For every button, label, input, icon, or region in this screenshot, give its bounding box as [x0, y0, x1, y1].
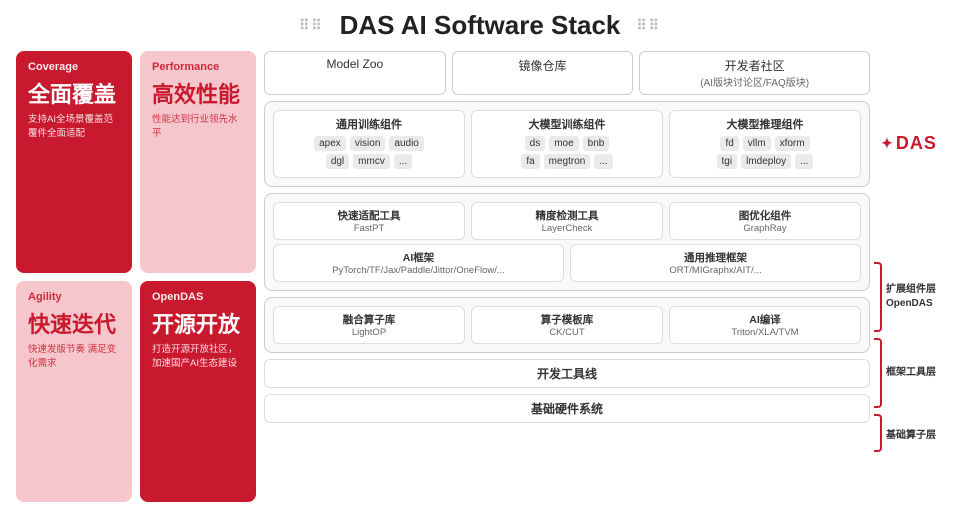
fastpt-box: 快速适配工具 FastPT — [273, 202, 465, 240]
expand-brace — [874, 262, 882, 332]
fw-frameworks-row: AI框架 PyTorch/TF/Jax/Paddle/Jittor/OneFlo… — [273, 244, 861, 282]
base-annotation: 基础算子层 — [874, 414, 936, 452]
tag-vllm: vllm — [743, 136, 771, 151]
tag-audio: audio — [389, 136, 423, 151]
performance-desc: 性能达到行业领先水平 — [152, 113, 244, 142]
tag-moe: moe — [549, 136, 578, 151]
performance-card: Performance 高效性能 性能达到行业领先水平 — [140, 51, 256, 273]
das-brand-area: ✦ DAS — [874, 133, 944, 162]
tag-lmdeploy: lmdeploy — [741, 154, 791, 169]
general-train-col: 通用训练组件 apex vision audio dgl mmcv ... — [273, 110, 465, 178]
layercheck-box: 精度检测工具 LayerCheck — [471, 202, 663, 240]
framework-label: 框架工具层 — [886, 366, 936, 380]
tag-apex: apex — [314, 136, 346, 151]
base-brace — [874, 414, 882, 452]
ai-compile-box: AI编译 Triton/XLA/TVM — [669, 306, 861, 344]
base-boxes: 融合算子库 LightOP 算子模板库 CK/CUT AI编译 Triton/X… — [273, 306, 861, 344]
das-brand-text: ✦ DAS — [881, 133, 937, 154]
framework-brace — [874, 338, 882, 408]
large-train-row2: fa megtron ... — [477, 154, 657, 169]
annotations-list: 扩展组件层OpenDAS 框架工具层 基础算子层 — [874, 262, 944, 452]
opendas-title: 开源开放 — [152, 307, 244, 339]
performance-label: Performance — [152, 61, 244, 73]
tag-fd: fd — [720, 136, 738, 151]
tag-fa: fa — [521, 154, 539, 169]
lightop-box: 融合算子库 LightOP — [273, 306, 465, 344]
large-infer-row1: fd vllm xform — [675, 136, 855, 151]
coverage-desc: 支持AI全场景覆盖范 覆件全面适配 — [28, 113, 120, 142]
large-infer-row2: tgi lmdeploy ... — [675, 154, 855, 169]
base-section: 融合算子库 LightOP 算子模板库 CK/CUT AI编译 Triton/X… — [264, 297, 870, 353]
tag-tgi: tgi — [717, 154, 738, 169]
ckcut-box: 算子模板库 CK/CUT — [471, 306, 663, 344]
tag-bnb: bnb — [583, 136, 610, 151]
mirror-repo-box: 镜像仓库 — [452, 51, 634, 95]
tag-mmcv: mmcv — [353, 154, 390, 169]
dev-toolchain-bar: 开发工具线 — [264, 359, 870, 388]
tag-ds: ds — [525, 136, 546, 151]
right-wrapper: Model Zoo 镜像仓库 开发者社区 (AI版块讨论区/FAQ版块) 通用训… — [264, 51, 870, 502]
grid-dots-left: ⠿⠿ — [299, 17, 324, 34]
coverage-label: Coverage — [28, 61, 120, 73]
opendas-card: OpenDAS 开源开放 打造开源开放社区， 加速国产AI生态建设 — [140, 281, 256, 503]
left-top-row: Coverage 全面覆盖 支持AI全场景覆盖范 覆件全面适配 Performa… — [16, 51, 256, 273]
graphray-box: 图优化组件 GraphRay — [669, 202, 861, 240]
large-infer-title: 大模型推理组件 — [675, 116, 855, 132]
framework-section: 快速适配工具 FastPT 精度检测工具 LayerCheck 图优化组件 Gr… — [264, 193, 870, 291]
expand-label: 扩展组件层OpenDAS — [886, 283, 936, 311]
page-title: ⠿⠿ DAS AI Software Stack ⠿⠿ — [16, 10, 944, 41]
expand-annotation: 扩展组件层OpenDAS — [874, 262, 936, 332]
large-train-title: 大模型训练组件 — [477, 116, 657, 132]
large-infer-col: 大模型推理组件 fd vllm xform tgi lmdeploy ... — [669, 110, 861, 178]
coverage-card: Coverage 全面覆盖 支持AI全场景覆盖范 覆件全面适配 — [16, 51, 132, 273]
tag-ellipsis1: ... — [394, 154, 412, 169]
grid-dots-right: ⠿⠿ — [636, 17, 661, 34]
framework-annotation: 框架工具层 — [874, 338, 936, 408]
agility-card: Agility 快速迭代 快速发版节奏 满足变化需求 — [16, 281, 132, 503]
tag-dgl: dgl — [326, 154, 349, 169]
agility-label: Agility — [28, 291, 120, 303]
left-bottom-row: Agility 快速迭代 快速发版节奏 满足变化需求 OpenDAS 开源开放 … — [16, 281, 256, 503]
tag-vision: vision — [350, 136, 386, 151]
left-panel: Coverage 全面覆盖 支持AI全场景覆盖范 覆件全面适配 Performa… — [16, 51, 256, 502]
model-zoo-box: Model Zoo — [264, 51, 446, 95]
top-row: Model Zoo 镜像仓库 开发者社区 (AI版块讨论区/FAQ版块) — [264, 51, 870, 95]
base-label: 基础算子层 — [886, 426, 936, 441]
agility-title: 快速迭代 — [28, 307, 120, 339]
expand-cols: 通用训练组件 apex vision audio dgl mmcv ... — [273, 110, 861, 178]
right-annotations: ✦ DAS 扩展组件层OpenDAS 框架工具层 基础算子层 — [874, 51, 944, 502]
tag-ellipsis2: ... — [594, 154, 612, 169]
ai-framework-box: AI框架 PyTorch/TF/Jax/Paddle/Jittor/OneFlo… — [273, 244, 564, 282]
expand-section: 通用训练组件 apex vision audio dgl mmcv ... — [264, 101, 870, 187]
large-train-row1: ds moe bnb — [477, 136, 657, 151]
infer-framework-box: 通用推理框架 ORT/MIGraphx/AIT/... — [570, 244, 861, 282]
coverage-title: 全面覆盖 — [28, 77, 120, 109]
tag-ellipsis3: ... — [795, 154, 813, 169]
opendas-label: OpenDAS — [152, 291, 244, 303]
general-train-row2: dgl mmcv ... — [279, 154, 459, 169]
tag-megtron: megtron — [544, 154, 591, 169]
agility-desc: 快速发版节奏 满足变化需求 — [28, 343, 120, 372]
main-layout: Coverage 全面覆盖 支持AI全场景覆盖范 覆件全面适配 Performa… — [16, 51, 944, 502]
fw-tools-row: 快速适配工具 FastPT 精度检测工具 LayerCheck 图优化组件 Gr… — [273, 202, 861, 240]
large-train-col: 大模型训练组件 ds moe bnb fa megtron ... — [471, 110, 663, 178]
performance-title: 高效性能 — [152, 77, 244, 109]
opendas-desc: 打造开源开放社区， 加速国产AI生态建设 — [152, 343, 244, 372]
hardware-system-bar: 基础硬件系统 — [264, 394, 870, 423]
dev-community-box: 开发者社区 (AI版块讨论区/FAQ版块) — [639, 51, 870, 95]
das-star-icon: ✦ — [881, 135, 894, 152]
general-train-title: 通用训练组件 — [279, 116, 459, 132]
outer-wrapper: Model Zoo 镜像仓库 开发者社区 (AI版块讨论区/FAQ版块) 通用训… — [264, 51, 944, 502]
general-train-row1: apex vision audio — [279, 136, 459, 151]
tag-xform: xform — [775, 136, 810, 151]
